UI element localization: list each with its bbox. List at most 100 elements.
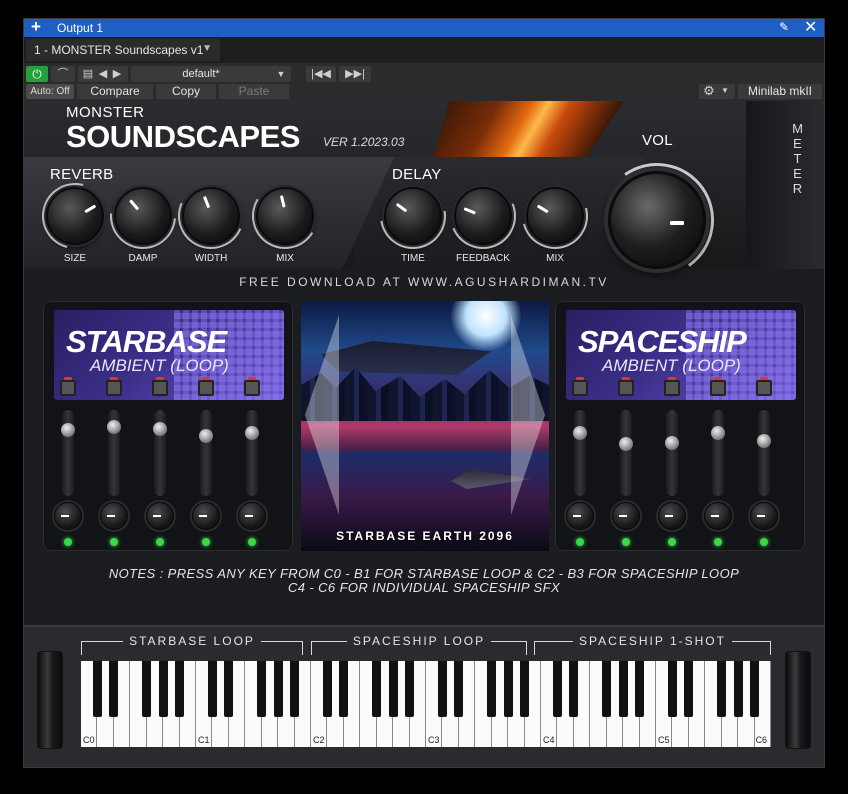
volume-fader[interactable]	[107, 410, 121, 496]
fader-cap[interactable]	[199, 429, 213, 443]
trigger-button[interactable]	[244, 377, 260, 396]
meter-panel[interactable]: METER	[746, 101, 824, 269]
trigger-button[interactable]	[710, 377, 726, 396]
black-key[interactable]	[750, 661, 760, 717]
black-key[interactable]	[552, 661, 562, 717]
black-key[interactable]	[92, 661, 102, 717]
chevron-down-icon[interactable]: ▼	[202, 43, 212, 54]
volume-fader[interactable]	[711, 410, 725, 496]
black-key[interactable]	[273, 661, 283, 717]
sidechain-button[interactable]: |◀◀	[306, 66, 336, 82]
black-key[interactable]	[569, 661, 579, 717]
trigger-button[interactable]	[198, 377, 214, 396]
add-icon[interactable]: +	[31, 19, 41, 37]
black-key[interactable]	[322, 661, 332, 717]
preset-select[interactable]: default* ▼	[131, 66, 291, 82]
route-button[interactable]: ▶▶|	[339, 66, 371, 82]
trigger-button[interactable]	[756, 377, 772, 396]
pan-knob[interactable]	[100, 502, 128, 530]
pan-knob[interactable]	[612, 502, 640, 530]
trigger-button[interactable]	[618, 377, 634, 396]
trigger-button[interactable]	[60, 377, 76, 396]
black-key[interactable]	[109, 661, 119, 717]
black-key[interactable]	[388, 661, 398, 717]
prev-preset-icon[interactable]: ◀	[98, 66, 108, 82]
volume-knob[interactable]	[608, 171, 706, 269]
black-key[interactable]	[142, 661, 152, 717]
volume-fader[interactable]	[245, 410, 259, 496]
automation-button[interactable]: ⌒	[51, 66, 75, 82]
reverb-width-knob[interactable]	[168, 173, 254, 259]
volume-fader[interactable]	[757, 410, 771, 496]
next-preset-icon[interactable]: ▶	[112, 66, 122, 82]
fader-cap[interactable]	[61, 423, 75, 437]
black-key[interactable]	[520, 661, 530, 717]
reverb-mix-knob[interactable]	[245, 176, 325, 256]
trigger-button[interactable]	[106, 377, 122, 396]
preset-tab[interactable]: 1 - MONSTER Soundscapes v1 ▼	[26, 39, 220, 61]
fader-cap[interactable]	[573, 426, 587, 440]
black-key[interactable]	[372, 661, 382, 717]
black-key[interactable]	[175, 661, 185, 717]
volume-fader[interactable]	[573, 410, 587, 496]
black-key[interactable]	[257, 661, 267, 717]
black-key[interactable]	[454, 661, 464, 717]
pan-knob[interactable]	[146, 502, 174, 530]
delay-mix-knob[interactable]	[509, 170, 601, 262]
pan-knob[interactable]	[192, 502, 220, 530]
settings-button[interactable]: ⚙ ▼	[699, 83, 735, 99]
volume-fader[interactable]	[61, 410, 75, 496]
pan-knob[interactable]	[54, 502, 82, 530]
pan-knob[interactable]	[704, 502, 732, 530]
pin-icon[interactable]: ✎	[779, 20, 789, 34]
black-key[interactable]	[635, 661, 645, 717]
fader-cap[interactable]	[665, 436, 679, 450]
black-key[interactable]	[339, 661, 349, 717]
black-key[interactable]	[618, 661, 628, 717]
black-key[interactable]	[437, 661, 447, 717]
trigger-button[interactable]	[664, 377, 680, 396]
download-banner[interactable]: FREE DOWNLOAD AT WWW.AGUSHARDIMAN.TV	[24, 275, 824, 289]
black-key[interactable]	[290, 661, 300, 717]
reverb-size-knob[interactable]	[29, 170, 121, 262]
black-key[interactable]	[224, 661, 234, 717]
power-button[interactable]: ⏻	[26, 66, 48, 82]
paste-button[interactable]: Paste	[219, 84, 289, 99]
fader-cap[interactable]	[107, 420, 121, 434]
compare-button[interactable]: Compare	[77, 84, 153, 99]
black-key[interactable]	[405, 661, 415, 717]
fader-cap[interactable]	[757, 434, 771, 448]
mod-wheel[interactable]	[785, 651, 811, 749]
reverb-damp-knob[interactable]	[96, 169, 190, 263]
black-key[interactable]	[602, 661, 612, 717]
volume-fader[interactable]	[619, 410, 633, 496]
black-key[interactable]	[733, 661, 743, 717]
black-key[interactable]	[684, 661, 694, 717]
fader-cap[interactable]	[619, 437, 633, 451]
pitch-wheel[interactable]	[37, 651, 63, 749]
black-key[interactable]	[503, 661, 513, 717]
volume-fader[interactable]	[199, 410, 213, 496]
black-key[interactable]	[207, 661, 217, 717]
delay-feedback-knob[interactable]	[439, 172, 527, 260]
pan-knob[interactable]	[238, 502, 266, 530]
volume-fader[interactable]	[153, 410, 167, 496]
black-key[interactable]	[667, 661, 677, 717]
pan-knob[interactable]	[658, 502, 686, 530]
pan-knob[interactable]	[750, 502, 778, 530]
pan-knob[interactable]	[566, 502, 594, 530]
volume-fader[interactable]	[665, 410, 679, 496]
delay-time-knob[interactable]	[366, 169, 460, 263]
copy-button[interactable]: Copy	[156, 84, 216, 99]
fader-cap[interactable]	[711, 426, 725, 440]
file-icon[interactable]: ▤	[82, 66, 94, 82]
device-button[interactable]: Minilab mkII	[738, 84, 822, 99]
trigger-button[interactable]	[152, 377, 168, 396]
trigger-button[interactable]	[572, 377, 588, 396]
close-icon[interactable]: ✕	[804, 19, 817, 37]
black-key[interactable]	[717, 661, 727, 717]
fader-cap[interactable]	[153, 422, 167, 436]
black-key[interactable]	[158, 661, 168, 717]
black-key[interactable]	[487, 661, 497, 717]
auto-off-button[interactable]: Auto: Off	[26, 84, 74, 99]
